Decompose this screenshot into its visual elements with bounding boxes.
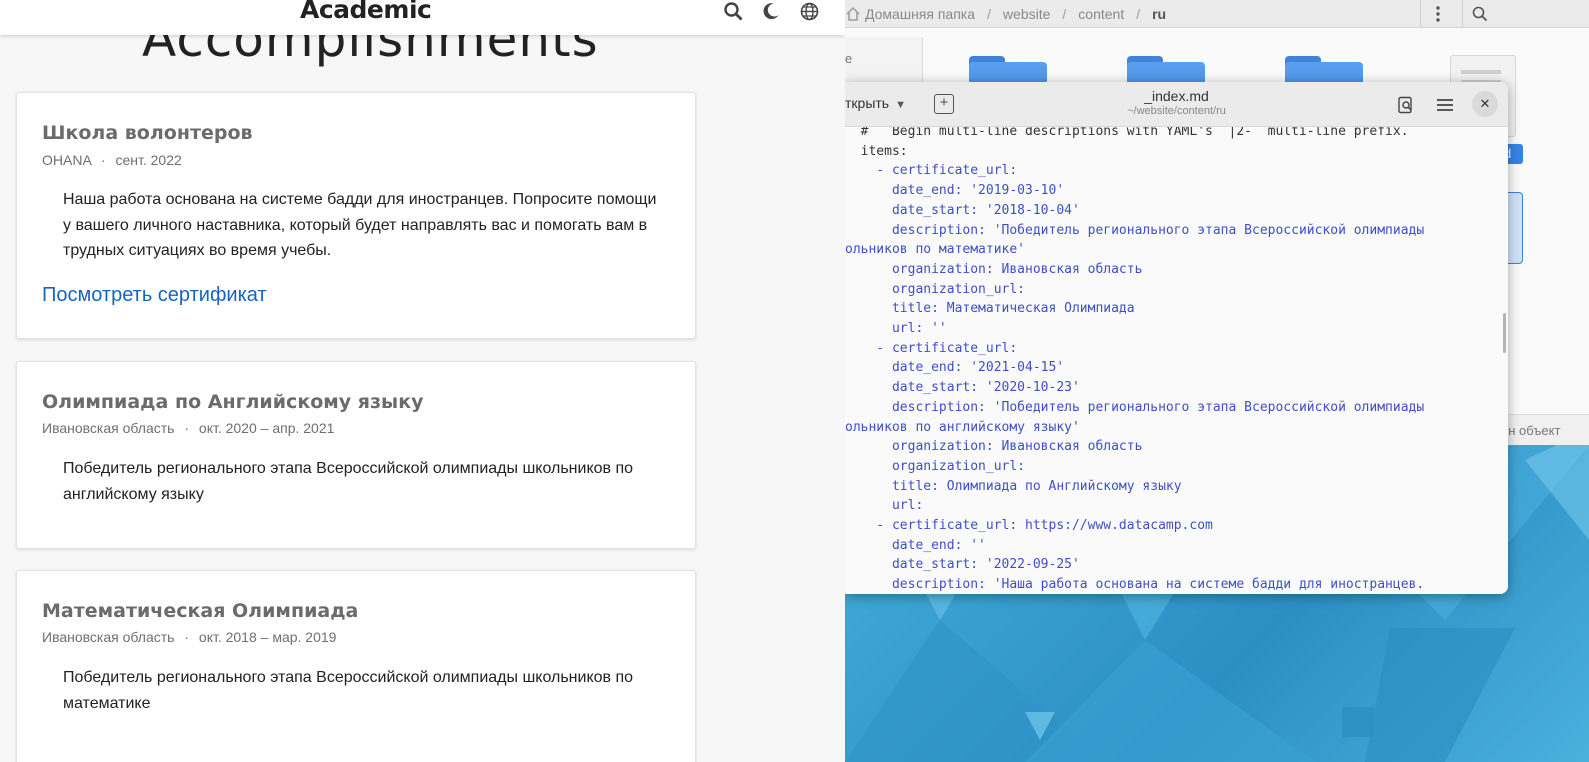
code-line: title: Олимпиада по Английскому языку [845, 478, 1182, 494]
code-line: description: 'Победитель регионального э… [845, 399, 1425, 415]
search-icon[interactable] [721, 0, 745, 22]
scrollbar[interactable] [1503, 313, 1506, 353]
home-icon[interactable] [845, 6, 861, 22]
code-line: date_start: '2020-10-23' [845, 380, 1080, 396]
moon-icon[interactable] [759, 0, 783, 22]
menu-icon[interactable] [1434, 94, 1456, 116]
card-title: Олимпиада по Английскому языку [42, 391, 424, 413]
code-line: - certificate_url: https://www.datacamp.… [845, 518, 1213, 534]
code-line: title: Математическая Олимпиада [845, 301, 1135, 317]
editor-header: ткрыть ▼ + _index.md ~/website/content/ru… [845, 82, 1508, 127]
card-date: окт. 2020 – апр. 2021 [198, 420, 335, 436]
code-line: date_end: '2019-03-10' [845, 183, 1065, 199]
code-line: organization: Ивановская область [845, 439, 1143, 455]
code-line: url: '' [845, 321, 947, 337]
card-date: сент. 2022 [115, 152, 182, 168]
code-line: items: [845, 143, 908, 159]
browser-page: Academic Accomplishments Школа волонтеро… [0, 0, 845, 762]
breadcrumb-separator: / [1062, 5, 1067, 22]
card-title: Школа волонтеров [42, 122, 253, 144]
meta-separator: · [100, 152, 106, 168]
card-organization: Ивановская область [42, 420, 175, 436]
card-meta: OHANA · сент. 2022 [42, 152, 182, 168]
code-line: - certificate_url: [845, 340, 1018, 356]
accomplishment-card: Олимпиада по Английскому языку Ивановска… [16, 361, 696, 549]
site-navbar: Academic [0, 0, 845, 35]
sidebar-item-label[interactable]: е [845, 51, 852, 66]
more-vertical-icon[interactable] [1420, 0, 1454, 28]
card-description: Победитель регионального этапа Всероссий… [63, 460, 634, 503]
card-organization: Ивановская область [42, 629, 175, 645]
code-line: date_start: '2022-09-25' [845, 557, 1080, 573]
breadcrumb-item-home[interactable]: Домашняя папка [865, 6, 975, 22]
card-date: окт. 2018 – мар. 2019 [198, 629, 337, 645]
card-description: Победитель регионального этапа Всероссий… [63, 669, 634, 712]
code-line: organization_url: [845, 458, 1026, 474]
file-manager-header: Домашняя папка / website / content / ru [845, 0, 1589, 28]
code-line: description: 'Наша работа основана на си… [845, 577, 1425, 593]
globe-icon[interactable] [797, 0, 821, 22]
breadcrumb-separator: / [987, 5, 991, 22]
search-doc-icon[interactable] [1395, 94, 1417, 116]
view-certificate-link[interactable]: Посмотреть сертификат [42, 284, 267, 307]
card-meta: Ивановская область · окт. 2018 – мар. 20… [42, 629, 336, 645]
code-line: date_end: '' [845, 537, 986, 553]
code-line: ольников по математике' [845, 242, 1026, 258]
site-brand[interactable]: Academic [300, 0, 432, 24]
text-editor-window: ткрыть ▼ + _index.md ~/website/content/ru… [845, 82, 1508, 594]
card-organization: OHANA [42, 152, 92, 168]
code-line: organization: Ивановская область [845, 261, 1143, 277]
code-content: # Begin multi-line descriptions with YAM… [845, 127, 1508, 594]
breadcrumb: Домашняя папка / website / content / ru [845, 0, 1166, 28]
breadcrumb-item-website[interactable]: website [1003, 6, 1050, 22]
card-meta: Ивановская область · окт. 2020 – апр. 20… [42, 420, 334, 436]
code-line: - certificate_url: [845, 163, 1018, 179]
code-line: # Begin multi-line descriptions with YAM… [845, 127, 1409, 139]
card-description: Наша работа основана на системе бадди дл… [63, 191, 657, 259]
accomplishment-card: Школа волонтеров OHANA · сент. 2022 Наша… [16, 92, 696, 339]
meta-separator: · [184, 629, 190, 645]
code-line: organization_url: [845, 281, 1026, 297]
code-line: description: 'Победитель регионального э… [845, 222, 1425, 238]
breadcrumb-item-content[interactable]: content [1078, 6, 1124, 22]
code-line: ольников по английскому языку' [845, 419, 1080, 435]
code-editor[interactable]: # Begin multi-line descriptions with YAM… [845, 127, 1508, 594]
breadcrumb-separator: / [1136, 5, 1141, 22]
search-icon[interactable] [1462, 0, 1496, 28]
code-line: date_end: '2021-04-15' [845, 360, 1065, 376]
meta-separator: · [184, 420, 190, 436]
breadcrumb-item-ru[interactable]: ru [1152, 6, 1166, 22]
accomplishment-card: Математическая Олимпиада Ивановская обла… [16, 570, 696, 762]
card-title: Математическая Олимпиада [42, 600, 359, 622]
close-icon[interactable]: ✕ [1472, 91, 1498, 117]
code-line: date_start: '2018-10-04' [845, 202, 1080, 218]
code-line: url: [845, 498, 924, 514]
